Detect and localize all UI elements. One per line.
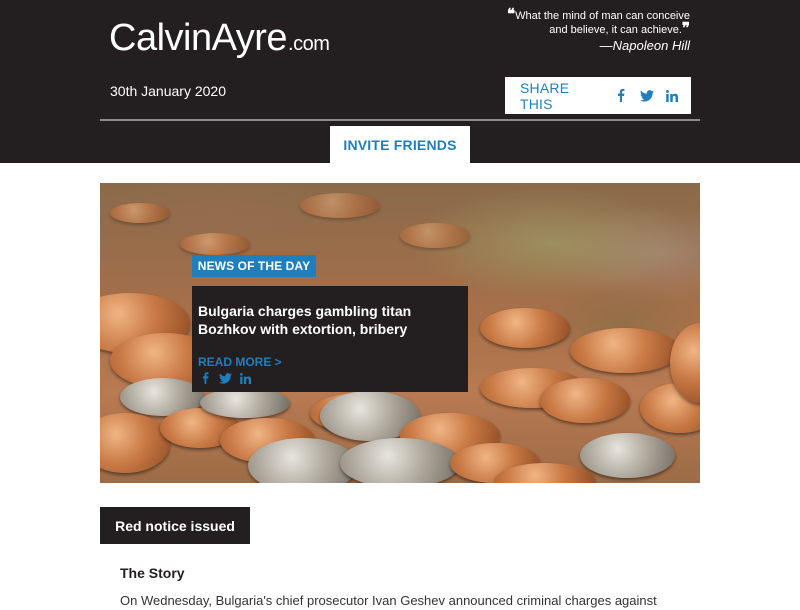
story-heading: The Story	[120, 565, 185, 581]
calvinayre-logo[interactable]: CalvinAyre.com	[109, 16, 330, 60]
facebook-icon[interactable]	[615, 89, 628, 103]
section-tab-red-notice: Red notice issued	[100, 507, 250, 544]
invite-friends-button[interactable]: INVITE FRIENDS	[330, 126, 470, 163]
read-more-link[interactable]: READ MORE >	[198, 355, 282, 369]
facebook-icon[interactable]	[198, 371, 212, 385]
logo-suffix: .com	[288, 33, 330, 55]
news-of-the-day-badge: NEWS OF THE DAY	[192, 255, 316, 277]
hero-story-title[interactable]: Bulgaria charges gambling titan Bozhkov …	[198, 302, 460, 338]
card-share-icons	[198, 371, 258, 385]
share-bar: SHARE THIS	[505, 77, 691, 114]
newsletter-date: 30th January 2020	[110, 83, 226, 99]
twitter-icon[interactable]	[218, 371, 232, 385]
quote-line-1: What the mind of man can conceive	[515, 10, 690, 22]
story-body-text: On Wednesday, Bulgaria's chief prosecuto…	[120, 593, 657, 608]
twitter-icon[interactable]	[639, 89, 654, 103]
open-quote-icon: ❝	[507, 5, 516, 23]
header-divider	[100, 119, 700, 121]
hero-story-card: Bulgaria charges gambling titan Bozhkov …	[192, 286, 468, 392]
quote-author: —Napoleon Hill	[599, 38, 690, 53]
header-quote: ❝What the mind of man can conceive and b…	[430, 7, 690, 53]
linkedin-icon[interactable]	[666, 89, 679, 103]
logo-name: CalvinAyre	[109, 17, 288, 59]
email-header: CalvinAyre.com ❝What the mind of man can…	[0, 0, 800, 163]
close-quote-icon: ❞	[681, 19, 690, 37]
quote-line-2: and believe, it can achieve.	[549, 24, 682, 36]
share-label: SHARE THIS	[520, 79, 570, 112]
linkedin-icon[interactable]	[238, 371, 252, 385]
